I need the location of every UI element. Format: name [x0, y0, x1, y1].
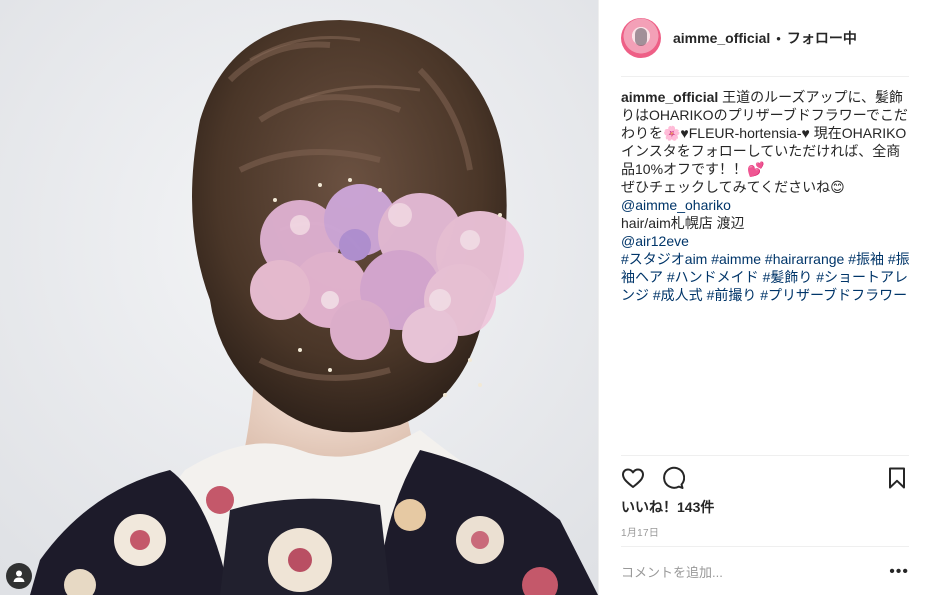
heart-icon[interactable] — [621, 466, 645, 490]
bookmark-icon[interactable] — [885, 466, 909, 490]
post-actions — [621, 466, 909, 490]
post-photo[interactable] — [0, 0, 598, 595]
user-tag-icon[interactable] — [6, 563, 32, 589]
following-button[interactable]: フォロー中 — [787, 28, 857, 48]
likes-count[interactable]: いいね！143件 — [621, 497, 714, 517]
comment-input[interactable] — [621, 564, 890, 580]
post-caption: aimme_official 王道のルーズアップに、髪飾りはOHARIKOのプリ… — [621, 88, 913, 304]
post-header: aimme_official • フォロー中 — [621, 15, 909, 61]
actions-divider — [621, 455, 909, 456]
header-username[interactable]: aimme_official — [673, 30, 770, 46]
comment-divider — [621, 546, 909, 547]
caption-mention-link[interactable]: @air12eve — [621, 233, 689, 249]
caption-hashtags[interactable]: #スタジオaim #aimme #hairarrange #振袖 #振袖ヘア #… — [621, 251, 910, 303]
caption-line: ぜひチェックしてみてくださいね😊 — [621, 179, 845, 195]
more-options-icon[interactable]: ••• — [889, 563, 909, 581]
post-date[interactable]: 1月17日 — [621, 524, 659, 539]
caption-mention-link[interactable]: @aimme_ohariko — [621, 197, 731, 213]
header-separator: • — [776, 30, 781, 46]
caption-username[interactable]: aimme_official — [621, 89, 718, 105]
photo-illustration — [0, 0, 598, 595]
caption-line: hair/aim札幌店 渡辺 — [621, 215, 745, 231]
comment-box: ••• — [621, 556, 909, 588]
comment-bubble-icon[interactable] — [661, 466, 686, 490]
avatar[interactable] — [621, 18, 661, 58]
post-details-panel: aimme_official • フォロー中 aimme_official 王道… — [598, 0, 931, 595]
header-divider — [621, 76, 909, 77]
